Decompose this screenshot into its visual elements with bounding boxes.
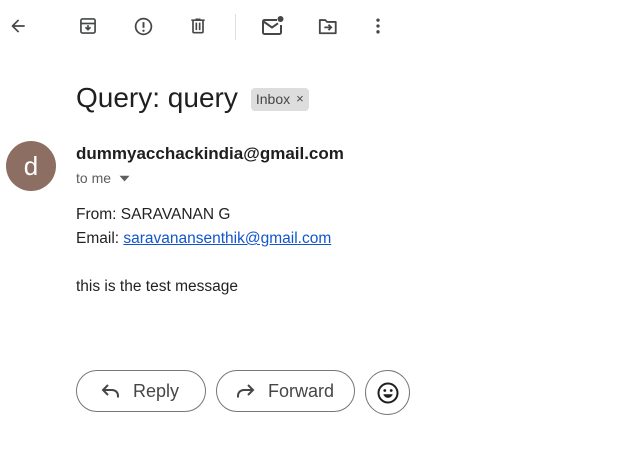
move-to-icon (318, 19, 337, 35)
email-body: From: SARAVANAN G Email: saravanansenthi… (76, 203, 331, 299)
move-to-button[interactable] (312, 10, 344, 42)
label-chip-text: Inbox (255, 90, 291, 107)
archive-icon (80, 18, 96, 34)
label-chip-inbox[interactable]: Inbox × (250, 87, 309, 111)
reply-label: Reply (133, 380, 180, 401)
body-text: this is the test message (76, 278, 238, 295)
archive-button[interactable] (72, 10, 104, 42)
report-spam-icon (134, 17, 152, 35)
subject-row: Query: query Inbox × (76, 78, 309, 118)
more-options-button[interactable] (362, 10, 394, 42)
back-button[interactable] (2, 10, 34, 42)
arrow-left-icon (11, 19, 25, 33)
sender-email[interactable]: dummyacchackindia@gmail.com (76, 143, 344, 165)
mark-unread-icon (262, 16, 284, 35)
forward-icon (235, 383, 255, 399)
body-email-link[interactable]: saravanansenthik@gmail.com (123, 230, 331, 247)
delete-icon (191, 18, 205, 34)
body-email-prefix: Email: (76, 230, 124, 247)
recipients-text: to me (76, 170, 112, 186)
body-from-line: From: SARAVANAN G (76, 206, 231, 223)
avatar[interactable]: d (6, 141, 56, 191)
reply-icon (101, 383, 121, 399)
avatar-letter: d (23, 150, 39, 181)
caret-down-icon (119, 175, 130, 182)
recipients-toggle[interactable]: to me (76, 169, 130, 187)
delete-button[interactable] (182, 10, 214, 42)
label-remove-icon[interactable]: × (296, 90, 304, 108)
body-email-line: Email: saravanansenthik@gmail.com (76, 227, 331, 251)
report-spam-button[interactable] (127, 10, 159, 42)
email-view: Query: query Inbox × d dummyacchackindia… (0, 0, 631, 455)
forward-button[interactable]: Forward (216, 370, 355, 412)
emoji-reaction-icon (377, 382, 398, 403)
mark-unread-button[interactable] (257, 10, 289, 42)
toolbar-divider (235, 14, 236, 40)
email-subject: Query: query (76, 82, 238, 113)
reply-button[interactable]: Reply (76, 370, 206, 412)
forward-label: Forward (268, 380, 335, 401)
more-vert-icon (376, 18, 380, 34)
emoji-reaction-button[interactable] (365, 370, 410, 415)
